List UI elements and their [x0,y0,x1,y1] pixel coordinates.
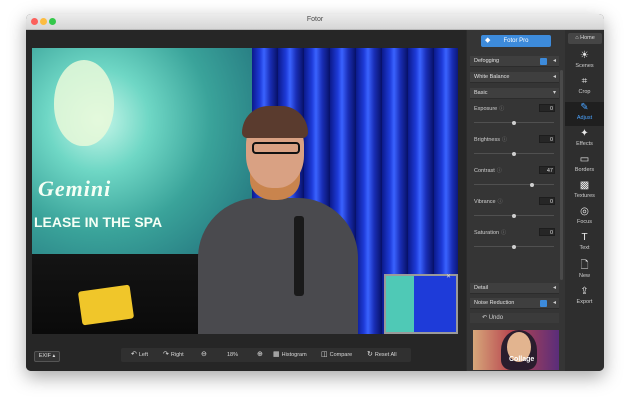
sparkle-icon: ✦ [580,128,589,139]
exposure-slider[interactable] [474,120,554,125]
slider-knob[interactable] [512,151,516,156]
tool-text[interactable]: T Text [565,232,604,256]
undo-icon: ↶ [482,315,489,321]
bottom-toolbar: ↶ Left ↷ Right ⊖ 18% ⊕ ▦ Histogram ◫ Compare… [121,348,411,362]
defogging-section[interactable]: Defogging ◂ [470,56,559,67]
promo-banner[interactable]: Collage [473,330,559,370]
zoom-out-icon: ⊖ [201,351,207,358]
diamond-icon: ◆ [485,37,491,44]
pro-badge-icon [540,300,547,307]
tool-export[interactable]: ⇪ Export [565,286,604,310]
detail-section[interactable]: Detail ◂ [470,283,559,294]
crop-icon: ⌗ [581,76,588,87]
brightness-slider[interactable] [474,151,554,156]
vibrance-value-input[interactable]: 0 [539,197,555,205]
slider-knob[interactable] [512,244,516,249]
compare-icon: ◫ [321,351,328,358]
zoom-in-icon: ⊕ [257,351,263,358]
new-file-icon: 🗋 [580,260,589,271]
slider-knob[interactable] [512,213,516,218]
zoom-out-button[interactable]: ⊖ [201,348,209,362]
app-window: Fotor Gemini LEASE IN THE SPA ✕ EXIF ▴ ↶… [26,14,604,371]
help-icon[interactable]: ⓘ [499,106,504,112]
vibrance-slider[interactable] [474,213,554,218]
saturation-value-input[interactable]: 0 [539,228,555,236]
border-icon: ▭ [579,154,590,165]
adjust-label-exposure: Exposure ⓘ [474,106,505,112]
adjust-label-brightness: Brightness ⓘ [474,137,508,143]
help-icon[interactable]: ⓘ [498,199,503,205]
adjust-label-saturation: Saturation ⓘ [474,230,507,236]
title-bar: Fotor [26,14,604,30]
adjust-label-contrast: Contrast ⓘ [474,168,502,174]
contrast-slider[interactable] [474,182,554,187]
microphone [294,216,304,296]
slider-knob[interactable] [512,120,516,125]
histogram-button[interactable]: ▦ Histogram [273,348,307,362]
adjust-label-vibrance: Vibrance ⓘ [474,199,503,205]
tool-effects[interactable]: ✦ Effects [565,128,604,152]
tool-crop[interactable]: ⌗ Crop [565,76,604,100]
tool-textures[interactable]: ▩ Textures [565,180,604,204]
tool-focus[interactable]: ◎ Focus [565,206,604,230]
pro-badge-icon [540,58,547,65]
adjust-panel: ◆ Fotor Pro Defogging ◂ White Balance ◂ Bas… [467,30,565,371]
chevron-left-icon: ◂ [552,58,556,64]
chevron-down-icon: ▾ [552,90,556,96]
reset-icon: ↻ [367,351,373,358]
contrast-value-input[interactable]: 47 [539,166,555,174]
help-icon[interactable]: ⓘ [501,230,506,236]
projection-text: LEASE IN THE SPA [34,214,163,230]
basic-section[interactable]: Basic ▾ [470,88,559,99]
zoom-level: 18% [227,352,239,358]
compare-button[interactable]: ◫ Compare [321,348,352,362]
home-button[interactable]: ⌂ Home [568,33,602,44]
exif-button[interactable]: EXIF ▴ [34,351,60,362]
yellow-pillow [77,284,135,326]
tool-adjust[interactable]: ✎ Adjust [565,102,604,126]
canvas-area: Gemini LEASE IN THE SPA ✕ EXIF ▴ ↶ Left ↷… [26,30,466,371]
fotor-pro-button[interactable]: ◆ Fotor Pro [481,35,551,47]
rotate-left-button[interactable]: ↶ Left [131,348,148,362]
reset-all-button[interactable]: ↻ Reset All [367,348,397,362]
help-icon[interactable]: ⓘ [502,137,507,143]
chevron-left-icon: ◂ [552,285,556,291]
brightness-value-input[interactable]: 0 [539,135,555,143]
chevron-left-icon: ◂ [552,74,556,80]
histogram-icon: ▦ [273,351,280,358]
tool-new[interactable]: 🗋 New [565,260,604,284]
noise-reduction-section[interactable]: Noise Reduction ◂ [470,298,559,309]
rotate-right-icon: ↷ [163,351,169,358]
navigator-thumbnail[interactable] [384,274,458,334]
projection-logo: Gemini [38,176,112,201]
exposure-value-input[interactable]: 0 [539,104,555,112]
texture-icon: ▩ [579,180,590,191]
focus-icon: ◎ [580,206,589,217]
sun-icon: ☀ [580,50,589,61]
promo-text: Collage [509,356,535,363]
saturation-slider[interactable] [474,244,554,249]
person [198,198,358,334]
rotate-right-button[interactable]: ↷ Right [163,348,184,362]
rotate-left-icon: ↶ [131,351,137,358]
tool-scenes[interactable]: ☀ Scenes [565,50,604,74]
undo-button[interactable]: ↶ Undo [470,313,559,323]
close-thumbnail-icon[interactable]: ✕ [446,273,451,280]
panel-scrollbar[interactable] [560,70,563,280]
tool-sidebar: ⌂ Home ☀ Scenes ⌗ Crop ✎ Adjust ✦ Effects ▭ Borde… [565,30,604,371]
slider-knob[interactable] [529,182,534,187]
brush-icon: ✎ [580,102,589,113]
help-icon[interactable]: ⓘ [497,168,502,174]
export-icon: ⇪ [580,286,589,297]
photo-canvas[interactable]: Gemini LEASE IN THE SPA ✕ [32,48,458,334]
window-title: Fotor [306,16,324,23]
text-icon: T [581,232,588,243]
chevron-left-icon: ◂ [552,300,556,306]
tool-borders[interactable]: ▭ Borders [565,154,604,178]
white-balance-section[interactable]: White Balance ◂ [470,72,559,83]
zoom-in-button[interactable]: ⊕ [257,348,265,362]
